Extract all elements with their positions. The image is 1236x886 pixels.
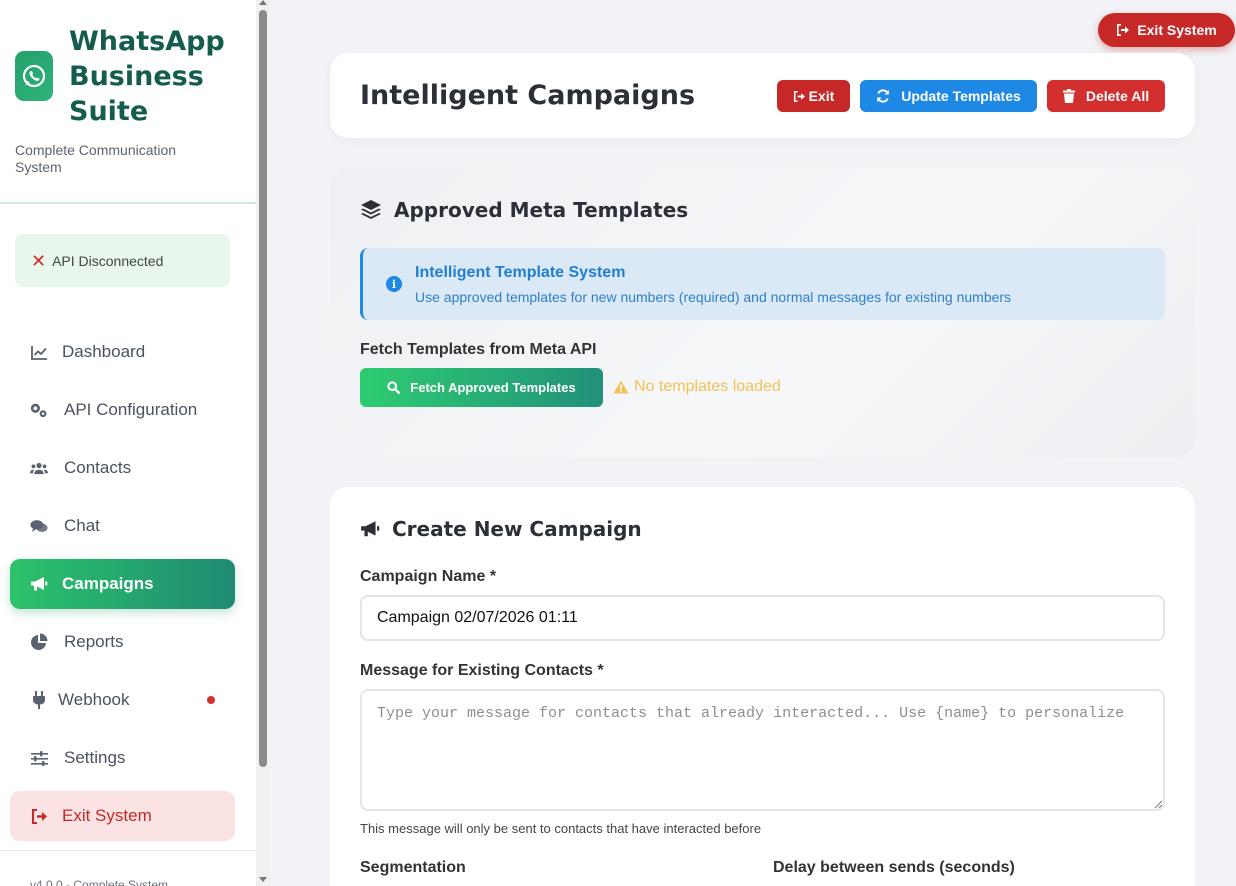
templates-status: No templates loaded <box>613 378 781 396</box>
sidebar: WhatsApp Business Suite Complete Communi… <box>0 0 256 886</box>
api-status-badge: ✕ API Disconnected <box>15 234 230 287</box>
megaphone-icon <box>361 521 380 537</box>
approved-templates-section: Approved Meta Templates i Intelligent Te… <box>330 168 1195 457</box>
divider <box>0 202 256 204</box>
segmentation-label: Segmentation <box>360 859 466 876</box>
sidebar-item-label: Chat <box>64 516 100 535</box>
info-title: Intelligent Template System <box>415 264 626 281</box>
scroll-up-arrow-icon[interactable] <box>259 0 267 5</box>
message-label: Message for Existing Contacts * <box>360 662 604 679</box>
comments-icon <box>30 517 48 535</box>
api-status-text: API Disconnected <box>52 252 164 269</box>
sidebar-item-label: API Configuration <box>64 400 198 419</box>
brand-title-line: Business <box>69 61 204 92</box>
info-text: Use approved templates for new numbers (… <box>415 289 1012 305</box>
exit-system-button[interactable]: Exit System <box>1098 13 1235 47</box>
update-templates-button[interactable]: Update Templates <box>860 80 1037 112</box>
sidebar-item-label: Dashboard <box>62 342 146 361</box>
gears-icon <box>30 401 48 419</box>
chart-line-icon <box>30 343 48 361</box>
exit-system-label: Exit System <box>1137 22 1217 38</box>
sidebar-item-label: Contacts <box>64 458 132 477</box>
trash-icon <box>1062 89 1075 103</box>
section-title-text: Create New Campaign <box>392 517 642 541</box>
delete-all-label: Delete All <box>1085 88 1150 104</box>
fetch-label: Fetch Templates from Meta API <box>360 341 597 358</box>
brand-title: WhatsApp Business Suite <box>69 24 225 129</box>
plug-icon <box>30 691 48 709</box>
sign-out-icon <box>793 90 805 102</box>
update-templates-label: Update Templates <box>901 88 1021 104</box>
section-title-text: Approved Meta Templates <box>394 198 689 222</box>
section-title: Approved Meta Templates <box>360 198 688 222</box>
sign-out-icon <box>1117 24 1130 36</box>
version-text: v4.0.0 - Complete System <box>30 878 169 886</box>
sidebar-item-label: Exit System <box>62 806 152 825</box>
disconnected-icon: ✕ <box>31 250 47 271</box>
sidebar-item-label: Webhook <box>58 690 130 709</box>
campaign-name-input[interactable] <box>360 595 1165 641</box>
sidebar-item-label: Settings <box>64 748 126 767</box>
delay-label: Delay between sends (seconds) <box>773 859 1015 876</box>
users-icon <box>30 459 48 477</box>
message-textarea[interactable] <box>360 689 1165 811</box>
sidebar-item-settings[interactable]: Settings <box>10 733 235 783</box>
divider <box>0 850 256 851</box>
sidebar-item-dashboard[interactable]: Dashboard <box>10 327 235 377</box>
layers-icon <box>361 200 381 219</box>
page-header: Intelligent Campaigns Exit Update Templa… <box>330 53 1195 138</box>
megaphone-icon <box>30 575 48 593</box>
pie-chart-icon <box>30 633 48 651</box>
brand-subtitle: Complete Communication System <box>15 142 177 175</box>
delete-all-button[interactable]: Delete All <box>1047 80 1165 112</box>
info-icon: i <box>386 276 402 292</box>
exit-button[interactable]: Exit <box>777 80 850 112</box>
create-campaign-section: Create New Campaign Campaign Name * Mess… <box>330 487 1195 886</box>
fetch-approved-templates-button[interactable]: Fetch Approved Templates <box>360 368 603 407</box>
sign-out-icon <box>30 807 48 825</box>
warning-icon <box>613 380 629 394</box>
sidebar-item-chat[interactable]: Chat <box>10 501 235 551</box>
sidebar-item-label: Campaigns <box>62 574 154 593</box>
resize-grip-icon[interactable] <box>1154 800 1163 809</box>
whatsapp-logo-icon <box>15 51 53 101</box>
sidebar-item-webhook[interactable]: Webhook <box>10 675 235 725</box>
sidebar-item-campaigns[interactable]: Campaigns <box>10 559 235 609</box>
page-title: Intelligent Campaigns <box>360 80 696 111</box>
sidebar-item-contacts[interactable]: Contacts <box>10 443 235 493</box>
scroll-down-arrow-icon[interactable] <box>259 877 267 882</box>
brand: WhatsApp Business Suite <box>0 0 256 129</box>
sliders-icon <box>30 749 48 767</box>
sidebar-item-exit-system[interactable]: Exit System <box>10 791 235 841</box>
scrollbar-thumb[interactable] <box>259 10 267 767</box>
message-hint: This message will only be sent to contac… <box>360 821 762 836</box>
sidebar-scrollbar[interactable] <box>256 0 270 886</box>
brand-title-line: WhatsApp <box>69 26 225 57</box>
search-icon <box>387 381 401 394</box>
exit-label: Exit <box>808 88 835 104</box>
sidebar-item-label: Reports <box>64 632 124 651</box>
section-title: Create New Campaign <box>360 517 642 541</box>
brand-title-line: Suite <box>69 96 149 127</box>
sync-icon <box>877 89 890 103</box>
notification-dot <box>207 696 215 704</box>
fetch-button-label: Fetch Approved Templates <box>410 380 576 395</box>
templates-status-text: No templates loaded <box>634 378 781 395</box>
campaign-name-label: Campaign Name * <box>360 568 497 585</box>
info-alert: i Intelligent Template System Use approv… <box>360 248 1165 320</box>
sidebar-item-api-configuration[interactable]: API Configuration <box>10 385 235 435</box>
sidebar-item-reports[interactable]: Reports <box>10 617 235 667</box>
